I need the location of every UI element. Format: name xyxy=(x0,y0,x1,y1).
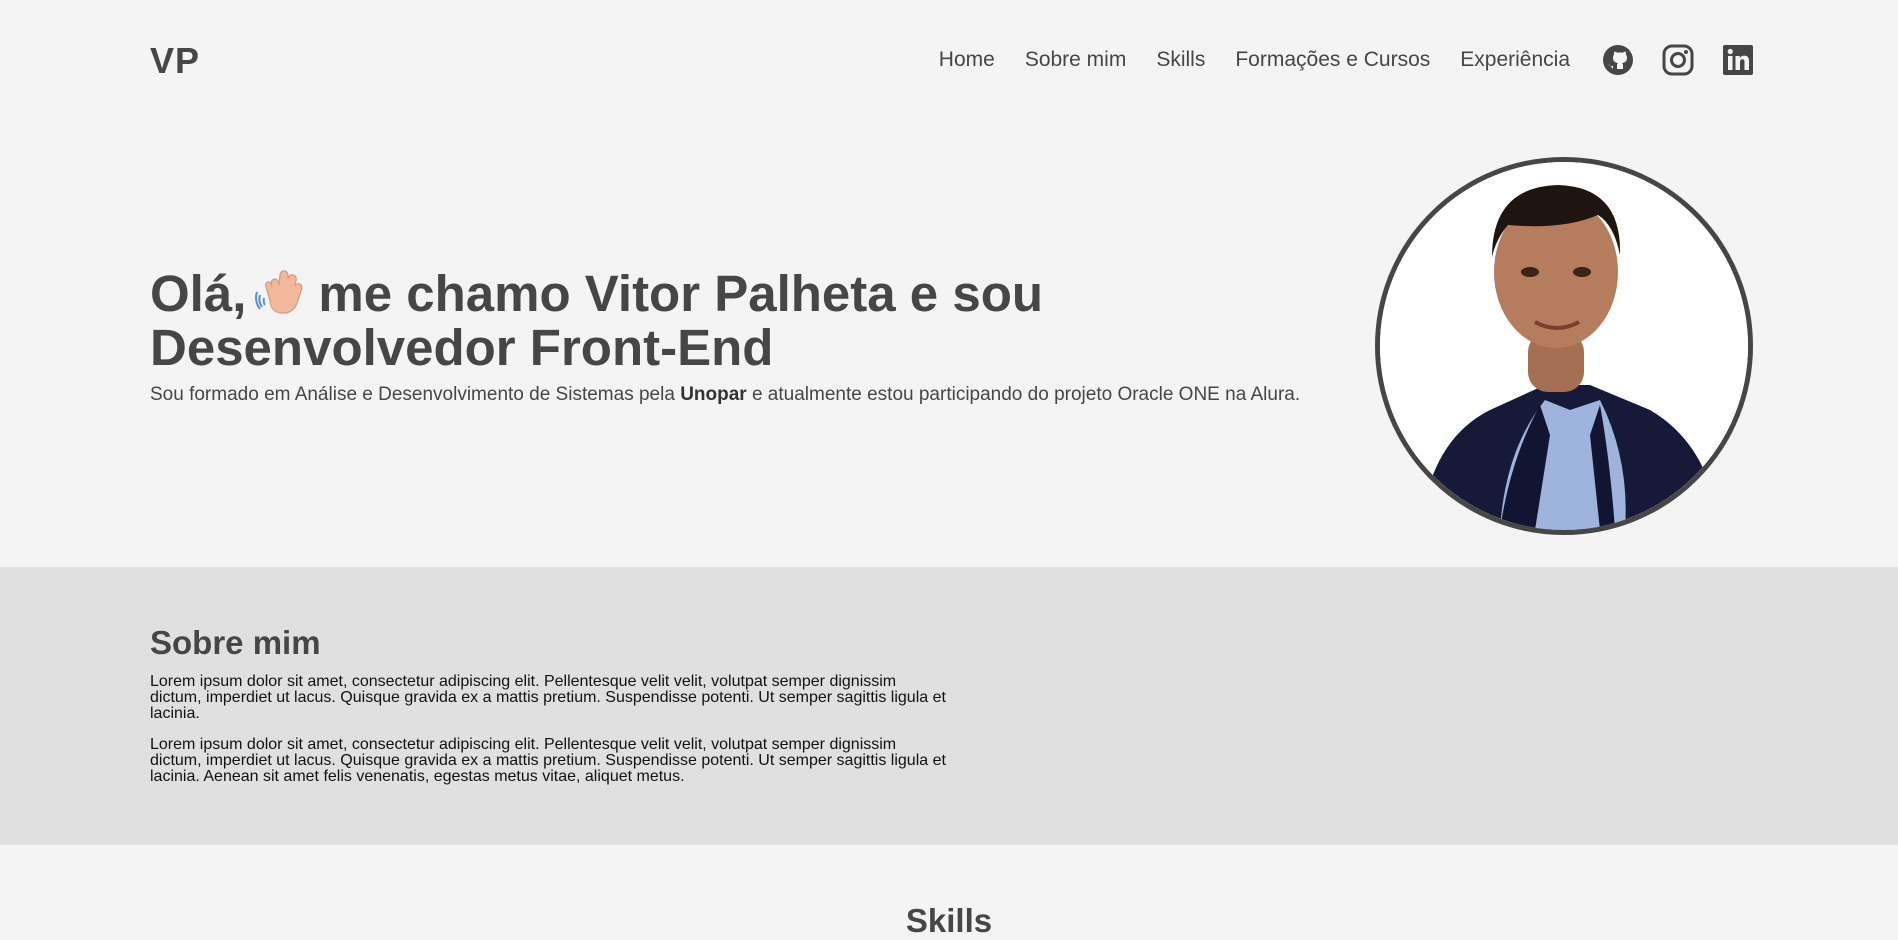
site-header: VP Home Sobre mim Skills Formações e Cur… xyxy=(0,0,1898,120)
main-nav: Home Sobre mim Skills Formações e Cursos… xyxy=(939,44,1754,76)
about-title: Sobre mim xyxy=(150,624,321,661)
nav-link-home[interactable]: Home xyxy=(939,48,995,72)
about-paragraph-2: Lorem ipsum dolor sit amet, consectetur … xyxy=(150,736,946,785)
hero-title-greeting: Olá, xyxy=(150,265,247,322)
about-paragraph-1: Lorem ipsum dolor sit amet, consectetur … xyxy=(150,673,946,722)
hero-subtitle-text-end: e atualmente estou participando do proje… xyxy=(746,384,1301,405)
linkedin-icon[interactable] xyxy=(1722,44,1754,76)
site-logo[interactable]: VP xyxy=(150,40,200,82)
nav-link-skills[interactable]: Skills xyxy=(1156,48,1205,72)
profile-photo xyxy=(1375,157,1753,535)
social-links xyxy=(1602,44,1754,76)
instagram-icon[interactable] xyxy=(1662,44,1694,76)
nav-link-sobre-mim[interactable]: Sobre mim xyxy=(1025,48,1127,72)
hero-title: Olá, me chamo Vitor Palheta e sou Desenvo… xyxy=(150,265,1350,375)
nav-link-experiencia[interactable]: Experiência xyxy=(1460,48,1570,72)
skills-title: Skills xyxy=(905,902,993,939)
waving-hand-icon xyxy=(254,265,308,319)
hero-subtitle: Sou formado em Análise e Desenvolvimento… xyxy=(150,385,1350,405)
github-icon[interactable] xyxy=(1602,44,1634,76)
hero-section: Olá, me chamo Vitor Palheta e sou Desenvo… xyxy=(0,120,1898,567)
hero-subtitle-text: Sou formado em Análise e Desenvolvimento… xyxy=(150,384,681,405)
nav-link-formacoes[interactable]: Formações e Cursos xyxy=(1235,48,1430,72)
about-section: Sobre mim Lorem ipsum dolor sit amet, co… xyxy=(0,567,1898,845)
hero-subtitle-university: Unopar xyxy=(680,384,747,405)
